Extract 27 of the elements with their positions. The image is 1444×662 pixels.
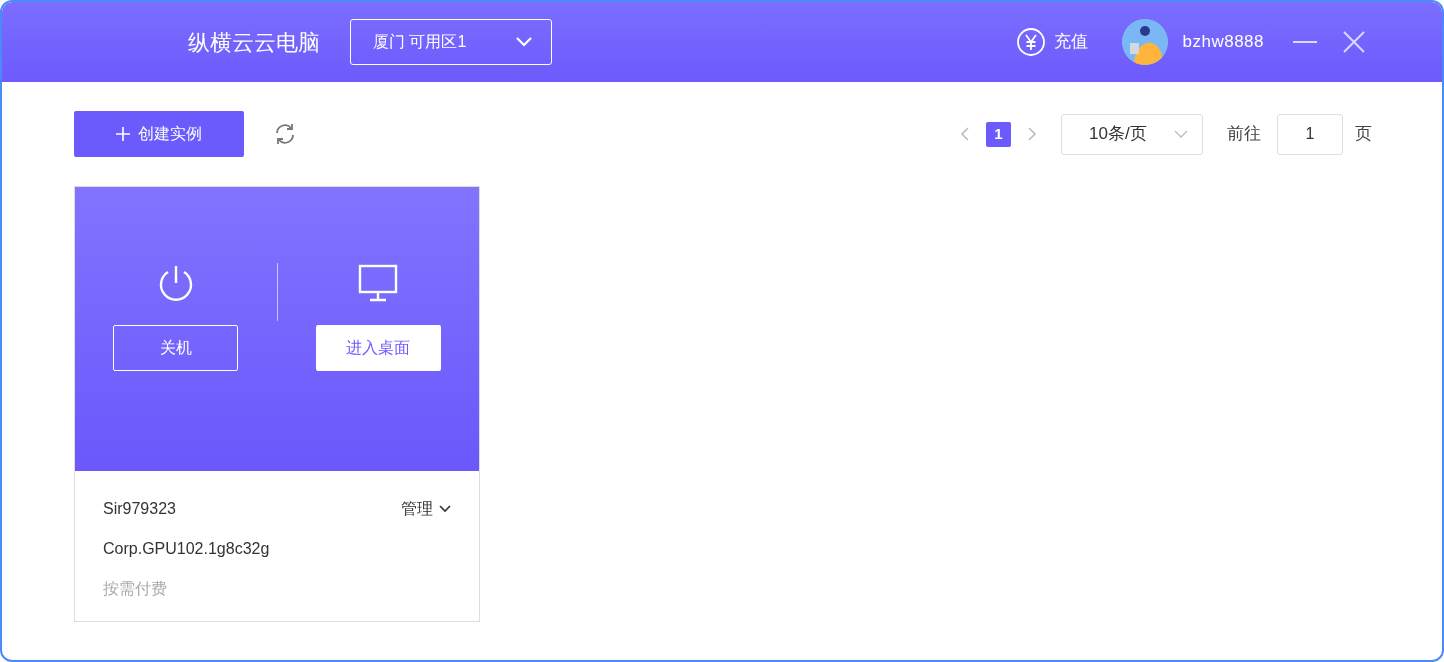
username: bzhw8888 [1182,31,1264,54]
chevron-down-icon [515,36,533,48]
shutdown-button[interactable]: 关机 [113,325,239,371]
chevron-down-icon [439,505,451,513]
chevron-down-icon [1174,130,1188,138]
recharge-button[interactable]: 充值 [1010,26,1095,58]
enter-desktop-button[interactable]: 进入桌面 [315,325,441,371]
instance-name: Sir979323 [103,499,176,519]
goto-label: 前往 [1227,123,1261,146]
page-button[interactable]: 1 [986,121,1011,147]
page-number-input[interactable]: 1 [1277,113,1343,155]
page-suffix: 页 [1354,123,1372,146]
next-page-icon[interactable] [1027,126,1037,142]
page-size-select[interactable]: 10条/页 [1061,113,1203,155]
minimize-button[interactable] [1292,40,1318,44]
instance-spec: Corp.GPU102.1g8c32g [103,539,271,559]
plus-icon [116,127,130,141]
close-button[interactable] [1342,30,1366,54]
create-instance-button[interactable]: 创建实例 [74,111,244,157]
monitor-icon [358,263,399,303]
previous-page-icon[interactable] [960,126,970,142]
user-avatar[interactable] [1122,19,1169,65]
yen-coin-icon [1016,27,1047,57]
app-title: 纵横云云电脑 [188,28,320,57]
region-select[interactable]: 厦门 可用区1 [350,19,552,65]
billing-mode: 按需付费 [103,579,168,599]
manage-dropdown[interactable]: 管理 [401,497,451,521]
